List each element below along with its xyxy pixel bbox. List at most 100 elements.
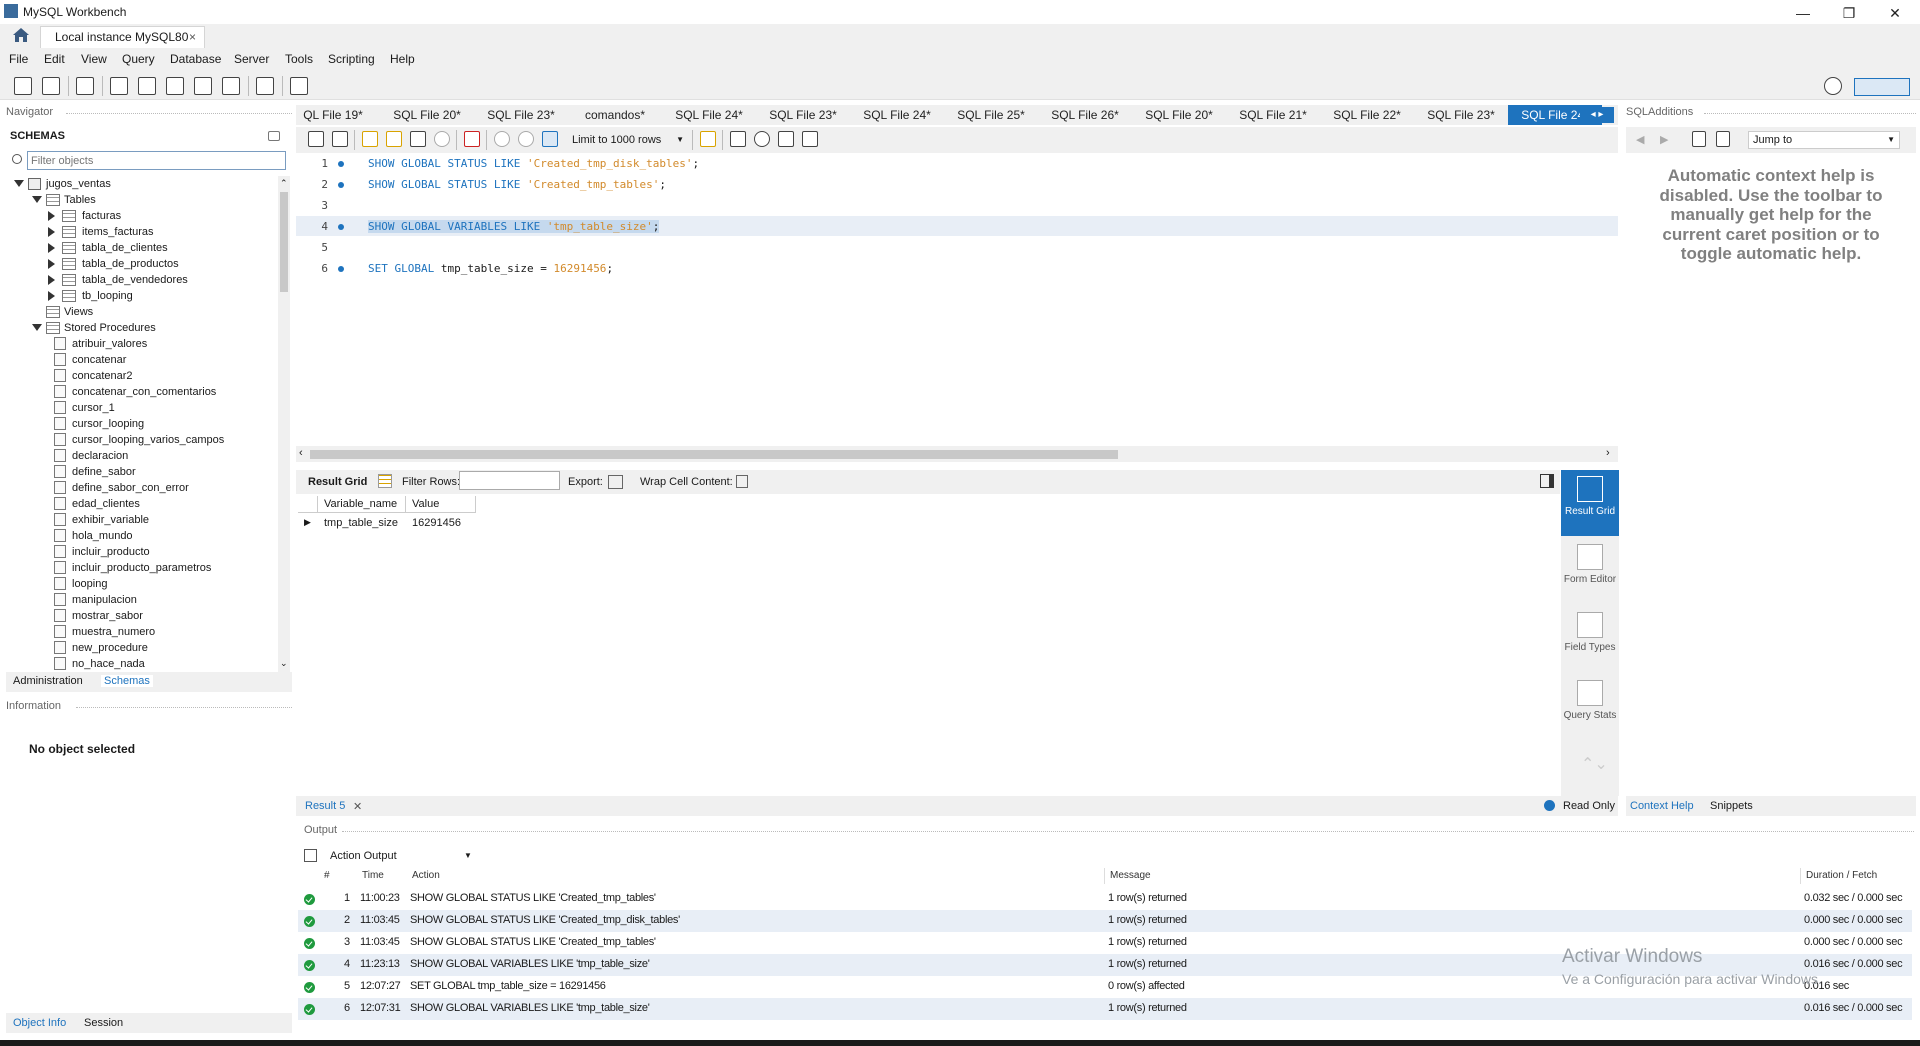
expand-arrow-icon[interactable] <box>48 243 55 253</box>
toggle-side-panel-icon[interactable] <box>1540 474 1554 488</box>
sql-file-tab[interactable]: SQL File 24* <box>662 105 756 125</box>
sql-statement[interactable]: SHOW GLOBAL STATUS LIKE 'Created_tmp_tab… <box>368 178 666 191</box>
menu-server[interactable]: Server <box>234 52 269 66</box>
scroll-up-icon[interactable]: ⌃ <box>280 178 288 189</box>
query-stats-button[interactable]: Query Stats <box>1561 674 1619 740</box>
rollback-icon[interactable] <box>518 131 534 147</box>
editor-horizontal-scrollbar[interactable]: ‹ › <box>296 446 1618 462</box>
sql-file-tab[interactable]: SQL File 24* <box>850 105 944 125</box>
close-tab-icon[interactable]: × <box>189 27 196 47</box>
filter-rows-input[interactable] <box>459 471 560 490</box>
copy-output-icon[interactable] <box>304 849 317 862</box>
tab-session[interactable]: Session <box>84 1017 123 1029</box>
scrollbar-thumb[interactable] <box>310 450 1118 459</box>
beautify-icon[interactable] <box>730 131 746 147</box>
sql-file-tab[interactable]: SQL File 23* <box>756 105 850 125</box>
export-icon[interactable] <box>608 475 623 489</box>
output-row[interactable]: 1 11:00:23 SHOW GLOBAL STATUS LIKE 'Create… <box>298 888 1912 910</box>
expand-arrow-icon[interactable] <box>48 227 55 237</box>
sql-file-tab[interactable]: SQL File 25* <box>944 105 1038 125</box>
maximize-button[interactable]: ❐ <box>1826 2 1872 24</box>
result-grid-button[interactable]: Result Grid <box>1561 470 1619 536</box>
sql-statement[interactable]: SHOW GLOBAL VARIABLES LIKE 'tmp_table_si… <box>368 220 660 233</box>
expand-arrow-icon[interactable] <box>48 291 55 301</box>
output-type-select[interactable]: Action Output ▼ <box>304 846 474 866</box>
refresh-schemas-icon[interactable] <box>268 131 280 141</box>
scroll-right-icon[interactable]: › <box>1606 447 1610 459</box>
expand-arrow-icon[interactable] <box>32 196 42 203</box>
scroll-left-icon[interactable]: ‹ <box>299 447 303 459</box>
panel-layout-toggle-icon[interactable] <box>1854 78 1910 96</box>
open-file-icon[interactable] <box>308 131 324 147</box>
back-arrow-icon[interactable]: ◀ <box>1636 133 1644 146</box>
execute-all-icon[interactable] <box>362 131 378 147</box>
close-window-button[interactable]: ✕ <box>1872 2 1918 24</box>
commit-icon[interactable] <box>494 131 510 147</box>
sql-statement[interactable]: SET GLOBAL tmp_table_size = 16291456; <box>368 262 613 275</box>
limit-rows-select[interactable]: Limit to 1000 rows ▼ <box>564 130 688 150</box>
scrollbar-thumb[interactable] <box>280 192 288 292</box>
tab-schemas[interactable]: Schemas <box>101 675 153 687</box>
tab-administration[interactable]: Administration <box>13 675 83 687</box>
connection-tab[interactable]: Local instance MySQL80 × <box>40 26 205 48</box>
result-tab[interactable]: Result 5 <box>305 800 345 812</box>
word-wrap-icon[interactable] <box>802 131 818 147</box>
field-types-button[interactable]: Field Types <box>1561 606 1619 672</box>
open-sql-script-icon[interactable] <box>42 77 60 95</box>
sql-file-tab[interactable]: QL File 19* <box>286 105 380 125</box>
grid-cell[interactable]: 16291456 <box>406 514 461 532</box>
auto-help-icon[interactable] <box>1716 131 1730 147</box>
expand-arrow-icon[interactable] <box>48 211 55 221</box>
tab-snippets[interactable]: Snippets <box>1710 800 1753 812</box>
output-row[interactable]: 2 11:03:45 SHOW GLOBAL STATUS LIKE 'Create… <box>298 910 1912 932</box>
grid-cell[interactable]: tmp_table_size <box>318 514 398 532</box>
settings-gear-icon[interactable] <box>1824 77 1842 95</box>
create-procedure-icon[interactable] <box>194 77 212 95</box>
forward-arrow-icon[interactable]: ▶ <box>1660 133 1668 146</box>
output-row[interactable]: 6 12:07:31 SHOW GLOBAL VARIABLES LIKE 'tmp… <box>298 998 1912 1020</box>
scroll-down-icon[interactable]: ⌄ <box>280 658 288 669</box>
menu-file[interactable]: File <box>9 52 28 66</box>
menu-view[interactable]: View <box>81 52 107 66</box>
create-schema-icon[interactable] <box>110 77 128 95</box>
menu-help[interactable]: Help <box>390 52 415 66</box>
sql-file-tab[interactable]: SQL File 20* <box>380 105 474 125</box>
close-result-tab-icon[interactable]: ✕ <box>353 800 362 813</box>
tab-context-help[interactable]: Context Help <box>1630 800 1694 812</box>
sql-file-tab[interactable]: SQL File 20* <box>1132 105 1226 125</box>
sql-file-tab[interactable]: SQL File 23* <box>474 105 568 125</box>
expand-arrow-icon[interactable] <box>48 259 55 269</box>
expand-arrow-icon[interactable] <box>48 275 55 285</box>
create-view-icon[interactable] <box>166 77 184 95</box>
create-table-icon[interactable] <box>138 77 156 95</box>
inspector-icon[interactable] <box>76 77 94 95</box>
find-icon[interactable] <box>754 131 770 147</box>
home-icon[interactable] <box>12 27 30 43</box>
sql-statement[interactable]: SHOW GLOBAL STATUS LIKE 'Created_tmp_dis… <box>368 157 699 170</box>
more-arrows-icon[interactable]: ⌃⌄ <box>1581 754 1608 774</box>
column-header[interactable]: Value <box>406 496 476 513</box>
column-header[interactable]: Variable_name <box>318 496 406 513</box>
explain-icon[interactable] <box>410 131 426 147</box>
sql-file-tab[interactable]: SQL File 21* <box>1226 105 1320 125</box>
toggle-error-icon[interactable] <box>464 131 480 147</box>
result-grid-label[interactable]: Result Grid <box>308 476 367 488</box>
sql-editor[interactable]: 1 SHOW GLOBAL STATUS LIKE 'Created_tmp_di… <box>296 153 1618 446</box>
add-snippet-icon[interactable] <box>700 131 716 147</box>
menu-database[interactable]: Database <box>170 52 221 66</box>
sql-file-tab[interactable]: SQL File 23* <box>1414 105 1508 125</box>
sql-file-tab[interactable]: SQL File 22* <box>1320 105 1414 125</box>
execute-statement-icon[interactable] <box>386 131 402 147</box>
manual-help-icon[interactable] <box>1692 131 1706 147</box>
tab-object-info[interactable]: Object Info <box>13 1017 66 1029</box>
expand-arrow-icon[interactable] <box>14 180 24 187</box>
form-editor-button[interactable]: Form Editor <box>1561 538 1619 604</box>
menu-edit[interactable]: Edit <box>44 52 65 66</box>
menu-query[interactable]: Query <box>122 52 155 66</box>
new-sql-tab-icon[interactable] <box>14 77 32 95</box>
sql-file-tab[interactable]: comandos* <box>568 105 662 125</box>
jump-to-select[interactable]: Jump to ▼ <box>1748 131 1900 149</box>
create-function-icon[interactable] <box>222 77 240 95</box>
expand-arrow-icon[interactable] <box>32 324 42 331</box>
filter-objects-input[interactable] <box>27 151 286 170</box>
